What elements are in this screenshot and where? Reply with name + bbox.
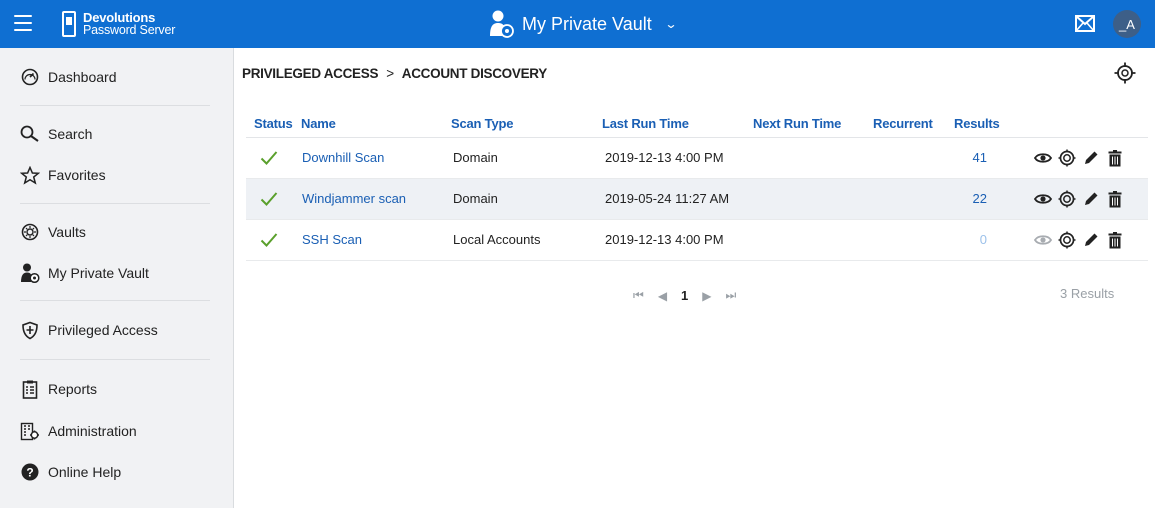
sidebar-item-dashboard[interactable]: Dashboard (0, 59, 233, 95)
column-header-scan-type[interactable]: Scan Type (451, 116, 513, 131)
results-count-link[interactable]: 22 (957, 191, 987, 206)
sidebar-item-online-help[interactable]: ? Online Help (0, 454, 233, 490)
sidebar-item-label: Dashboard (48, 69, 117, 85)
table-header: Status Name Scan Type Last Run Time Next… (246, 108, 1148, 138)
scan-table: Status Name Scan Type Last Run Time Next… (246, 108, 1148, 261)
sidebar-item-privileged-access[interactable]: Privileged Access (0, 312, 233, 348)
app-logo[interactable]: Devolutions Password Server (62, 9, 175, 39)
breadcrumb-separator: > (386, 66, 394, 81)
private-vault-user-icon (20, 263, 40, 283)
sidebar-item-administration[interactable]: Administration (0, 413, 233, 449)
run-scan-icon[interactable] (1056, 148, 1078, 168)
row-actions (1032, 189, 1128, 209)
search-icon (20, 124, 40, 144)
delete-trash-icon[interactable] (1104, 230, 1126, 250)
sidebar-item-label: Vaults (48, 224, 86, 240)
scan-name-link[interactable]: Downhill Scan (302, 150, 384, 165)
report-icon (20, 379, 40, 399)
view-eye-icon[interactable] (1032, 148, 1054, 168)
table-row[interactable]: SSH Scan Local Accounts 2019-12-13 4:00 … (246, 220, 1148, 261)
table-row[interactable]: Downhill Scan Domain 2019-12-13 4:00 PM … (246, 138, 1148, 179)
sidebar-divider (20, 105, 210, 106)
sidebar-item-label: Favorites (48, 167, 106, 183)
user-avatar[interactable]: _A (1113, 10, 1141, 38)
sidebar-divider (20, 203, 210, 204)
pagination: ⏮ ◀ 1 ▶ ⏭ (626, 288, 743, 303)
last-run-cell: 2019-12-13 4:00 PM (605, 232, 724, 247)
vault-selector[interactable]: My Private Vault ⌄ (488, 8, 678, 40)
sidebar-divider (20, 359, 210, 360)
logo-subtitle: Password Server (83, 23, 176, 37)
results-count-link[interactable]: 41 (957, 150, 987, 165)
checkmark-success-icon (260, 192, 278, 206)
last-run-cell: 2019-12-13 4:00 PM (605, 150, 724, 165)
sidebar-item-label: Online Help (48, 464, 122, 480)
logo-mark-icon (62, 11, 76, 37)
vault-icon (20, 222, 40, 242)
current-page[interactable]: 1 (681, 288, 688, 303)
last-run-cell: 2019-05-24 11:27 AM (605, 191, 730, 206)
edit-pencil-icon[interactable] (1080, 189, 1102, 209)
column-header-results[interactable]: Results (954, 116, 1000, 131)
previous-page-icon[interactable]: ◀ (658, 289, 667, 303)
shield-icon (20, 320, 40, 340)
menu-hamburger-icon[interactable] (14, 15, 32, 31)
column-header-recurrent[interactable]: Recurrent (873, 116, 933, 131)
run-scan-icon[interactable] (1056, 230, 1078, 250)
vault-title: My Private Vault (522, 13, 652, 34)
delete-trash-icon[interactable] (1104, 189, 1126, 209)
edit-pencil-icon[interactable] (1080, 230, 1102, 250)
scan-type-cell: Domain (453, 150, 498, 165)
next-page-icon[interactable]: ▶ (702, 289, 711, 303)
run-scan-icon[interactable] (1056, 189, 1078, 209)
dashboard-gauge-icon (20, 67, 40, 87)
table-row[interactable]: Windjammer scan Domain 2019-05-24 11:27 … (246, 179, 1148, 220)
sidebar-item-favorites[interactable]: Favorites (0, 157, 233, 193)
chevron-down-icon: ⌄ (664, 17, 678, 31)
last-page-icon[interactable]: ⏭ (726, 288, 737, 303)
results-total: 3 Results (1060, 286, 1115, 301)
sidebar-item-label: My Private Vault (48, 265, 149, 281)
column-header-name[interactable]: Name (301, 116, 336, 131)
mail-icon[interactable] (1075, 15, 1095, 32)
breadcrumb-current: ACCOUNT DISCOVERY (401, 66, 547, 81)
help-icon: ? (20, 462, 40, 482)
view-eye-icon (1032, 230, 1054, 250)
scan-name-link[interactable]: Windjammer scan (302, 191, 406, 206)
column-header-next-run-time[interactable]: Next Run Time (753, 116, 841, 131)
star-icon (20, 165, 40, 185)
row-actions (1032, 230, 1128, 250)
main-content: PRIVILEGED ACCESS > ACCOUNT DISCOVERY St… (234, 48, 1155, 508)
svg-text:?: ? (26, 466, 33, 480)
sidebar-item-vaults[interactable]: Vaults (0, 214, 233, 250)
scan-name-link[interactable]: SSH Scan (302, 232, 362, 247)
sidebar-item-label: Search (48, 126, 93, 142)
sidebar: Dashboard Search Favorites Vaults My Pri… (0, 48, 234, 508)
checkmark-success-icon (260, 233, 278, 247)
scan-type-cell: Local Accounts (453, 232, 541, 247)
private-vault-user-icon (490, 10, 514, 38)
sidebar-divider (20, 300, 210, 301)
scan-type-cell: Domain (453, 191, 498, 206)
breadcrumb: PRIVILEGED ACCESS > ACCOUNT DISCOVERY (242, 66, 547, 81)
sidebar-item-my-private-vault[interactable]: My Private Vault (0, 255, 233, 291)
edit-pencil-icon[interactable] (1080, 148, 1102, 168)
column-header-status[interactable]: Status (254, 116, 293, 131)
sidebar-item-label: Administration (48, 423, 137, 439)
view-eye-icon[interactable] (1032, 189, 1054, 209)
crosshair-scan-icon[interactable] (1114, 62, 1136, 84)
top-bar: Devolutions Password Server My Private V… (0, 0, 1155, 48)
administration-icon (20, 421, 40, 441)
column-header-last-run-time[interactable]: Last Run Time (602, 116, 689, 131)
sidebar-item-label: Reports (48, 381, 98, 397)
results-count-disabled: 0 (979, 232, 987, 247)
row-actions (1032, 148, 1128, 168)
first-page-icon[interactable]: ⏮ (633, 288, 644, 303)
checkmark-success-icon (260, 151, 278, 165)
delete-trash-icon[interactable] (1104, 148, 1126, 168)
sidebar-item-label: Privileged Access (48, 322, 158, 338)
breadcrumb-parent[interactable]: PRIVILEGED ACCESS (242, 66, 378, 81)
sidebar-item-reports[interactable]: Reports (0, 371, 233, 407)
sidebar-item-search[interactable]: Search (0, 116, 233, 152)
